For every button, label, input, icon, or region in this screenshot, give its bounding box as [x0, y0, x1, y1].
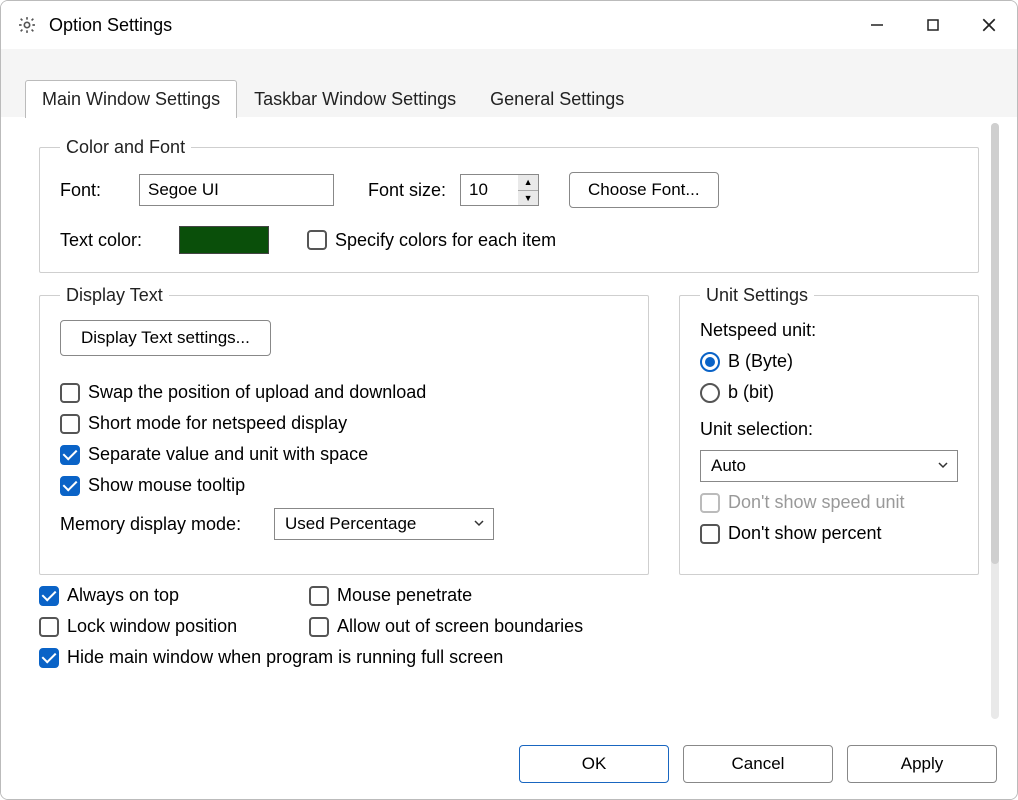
scrollbar-thumb[interactable] — [991, 123, 999, 564]
netspeed-unit-label: Netspeed unit: — [700, 320, 816, 340]
tabstrip: Main Window Settings Taskbar Window Sett… — [1, 49, 1017, 117]
font-size-spinner[interactable]: ▲ ▼ — [460, 174, 539, 206]
checkbox-icon — [60, 445, 80, 465]
checkbox-icon — [309, 586, 329, 606]
netspeed-unit-bit-label: b (bit) — [728, 382, 774, 403]
dont-show-speed-unit-label: Don't show speed unit — [728, 492, 905, 513]
always-on-top-label: Always on top — [67, 585, 179, 606]
swap-upload-download-label: Swap the position of upload and download — [88, 382, 426, 403]
unit-selection-label: Unit selection: — [700, 419, 813, 439]
font-input[interactable] — [139, 174, 334, 206]
gear-icon — [17, 15, 37, 35]
choose-font-button[interactable]: Choose Font... — [569, 172, 719, 208]
window-title: Option Settings — [49, 15, 172, 36]
radio-icon — [700, 352, 720, 372]
short-mode-checkbox[interactable]: Short mode for netspeed display — [60, 413, 628, 434]
close-button[interactable] — [961, 1, 1017, 49]
show-mouse-tooltip-label: Show mouse tooltip — [88, 475, 245, 496]
ok-button[interactable]: OK — [519, 745, 669, 783]
font-label: Font: — [60, 180, 125, 201]
always-on-top-checkbox[interactable]: Always on top — [39, 585, 299, 606]
lock-window-position-label: Lock window position — [67, 616, 237, 637]
group-unit-settings: Unit Settings Netspeed unit: B (Byte) b … — [679, 285, 979, 575]
titlebar: Option Settings — [1, 1, 1017, 49]
separate-value-unit-checkbox[interactable]: Separate value and unit with space — [60, 444, 628, 465]
netspeed-unit-bit-radio[interactable]: b (bit) — [700, 382, 958, 403]
font-size-up-icon[interactable]: ▲ — [518, 175, 538, 191]
short-mode-label: Short mode for netspeed display — [88, 413, 347, 434]
dialog-button-bar: OK Cancel Apply — [1, 735, 1017, 799]
maximize-button[interactable] — [905, 1, 961, 49]
dont-show-percent-label: Don't show percent — [728, 523, 882, 544]
unit-selection-select[interactable]: Auto — [700, 450, 958, 482]
hide-on-fullscreen-checkbox[interactable]: Hide main window when program is running… — [39, 647, 979, 668]
checkbox-icon — [39, 617, 59, 637]
swap-upload-download-checkbox[interactable]: Swap the position of upload and download — [60, 382, 628, 403]
allow-out-of-screen-checkbox[interactable]: Allow out of screen boundaries — [309, 616, 979, 637]
memory-display-mode-value: Used Percentage — [285, 514, 416, 534]
dont-show-speed-unit-checkbox: Don't show speed unit — [700, 492, 958, 513]
text-color-label: Text color: — [60, 230, 165, 251]
option-settings-window: Option Settings Main Window Settings Tas… — [0, 0, 1018, 800]
display-text-settings-button[interactable]: Display Text settings... — [60, 320, 271, 356]
group-color-and-font: Color and Font Font: Font size: ▲ ▼ Choo… — [39, 137, 979, 273]
cancel-button[interactable]: Cancel — [683, 745, 833, 783]
radio-icon — [700, 383, 720, 403]
group-unit-settings-legend: Unit Settings — [700, 285, 814, 306]
window-controls — [849, 1, 1017, 49]
font-size-label: Font size: — [368, 180, 446, 201]
font-size-input[interactable] — [460, 174, 518, 206]
memory-display-mode-select[interactable]: Used Percentage — [274, 508, 494, 540]
netspeed-unit-byte-label: B (Byte) — [728, 351, 793, 372]
font-size-down-icon[interactable]: ▼ — [518, 191, 538, 206]
checkbox-icon — [39, 648, 59, 668]
scrollbar[interactable] — [991, 123, 999, 719]
checkbox-icon — [307, 230, 327, 250]
memory-display-mode-label: Memory display mode: — [60, 514, 260, 535]
text-color-swatch[interactable] — [179, 226, 269, 254]
netspeed-unit-byte-radio[interactable]: B (Byte) — [700, 351, 958, 372]
apply-button[interactable]: Apply — [847, 745, 997, 783]
separate-value-unit-label: Separate value and unit with space — [88, 444, 368, 465]
chevron-down-icon — [937, 456, 949, 476]
unit-selection-value: Auto — [711, 456, 746, 476]
group-display-text: Display Text Display Text settings... Sw… — [39, 285, 649, 575]
tab-general-settings[interactable]: General Settings — [473, 80, 641, 118]
allow-out-of-screen-label: Allow out of screen boundaries — [337, 616, 583, 637]
dont-show-percent-checkbox[interactable]: Don't show percent — [700, 523, 958, 544]
tab-taskbar-window-settings[interactable]: Taskbar Window Settings — [237, 80, 473, 118]
lock-window-position-checkbox[interactable]: Lock window position — [39, 616, 299, 637]
minimize-button[interactable] — [849, 1, 905, 49]
show-mouse-tooltip-checkbox[interactable]: Show mouse tooltip — [60, 475, 628, 496]
tab-main-window-settings[interactable]: Main Window Settings — [25, 80, 237, 118]
mouse-penetrate-checkbox[interactable]: Mouse penetrate — [309, 585, 979, 606]
hide-on-fullscreen-label: Hide main window when program is running… — [67, 647, 503, 668]
tab-panel-main: Color and Font Font: Font size: ▲ ▼ Choo… — [19, 117, 999, 725]
checkbox-icon — [60, 476, 80, 496]
checkbox-icon — [60, 383, 80, 403]
specify-colors-checkbox[interactable]: Specify colors for each item — [307, 230, 556, 251]
misc-options: Always on top Mouse penetrate Lock windo… — [39, 575, 979, 668]
checkbox-icon — [39, 586, 59, 606]
checkbox-icon — [60, 414, 80, 434]
checkbox-icon — [700, 493, 720, 513]
specify-colors-label: Specify colors for each item — [335, 230, 556, 251]
content-wrap: Main Window Settings Taskbar Window Sett… — [1, 49, 1017, 799]
checkbox-icon — [309, 617, 329, 637]
group-color-and-font-legend: Color and Font — [60, 137, 191, 158]
mouse-penetrate-label: Mouse penetrate — [337, 585, 472, 606]
chevron-down-icon — [473, 514, 485, 534]
group-display-text-legend: Display Text — [60, 285, 169, 306]
checkbox-icon — [700, 524, 720, 544]
